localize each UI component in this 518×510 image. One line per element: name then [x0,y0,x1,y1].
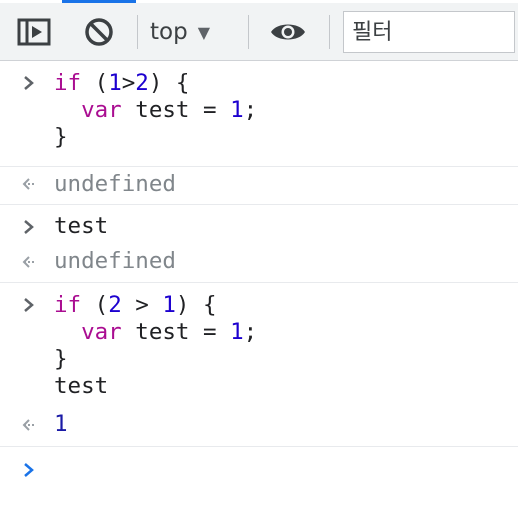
console-toolbar: top ▼ [0,3,518,61]
console-messages: if (1>2) { var test = 1; } undefined tes… [0,61,518,491]
context-selector[interactable]: top ▼ [150,16,236,48]
return-arrow-icon [18,176,40,196]
sidebar-toggle-icon [17,18,51,46]
console-prompt[interactable] [0,447,518,491]
chevron-right-icon [18,296,40,318]
console-input-entry: if (1>2) { var test = 1; } [0,61,518,167]
result-text: 1 [54,411,68,437]
code-block: if (2 > 1) { var test = 1; } test [54,292,258,399]
chevron-right-icon [18,74,40,96]
clear-console-icon [85,18,113,46]
code-block: if (1>2) { var test = 1; } [54,70,258,150]
live-expression-button[interactable] [266,16,310,48]
console-result-entry: undefined [0,245,518,283]
toolbar-separator [329,15,330,49]
return-arrow-icon [18,254,40,274]
result-text: undefined [54,248,176,274]
console-result-entry: undefined [0,167,518,205]
console-input-entry: if (2 > 1) { var test = 1; } test [0,283,518,407]
console-result-entry: 1 [0,407,518,447]
chevron-right-icon [18,218,40,240]
clear-console-button[interactable] [80,16,118,48]
sidebar-toggle-button[interactable] [14,16,54,48]
return-arrow-icon [18,417,40,437]
filter-input[interactable] [343,11,515,53]
toolbar-separator [137,15,138,49]
code-line: test [54,213,109,239]
result-text: undefined [54,171,176,197]
console-input-entry: test [0,205,518,245]
eye-icon [271,24,305,40]
toolbar-separator [248,15,249,49]
chevron-right-icon [18,461,40,483]
triangle-down-icon: ▼ [197,22,211,42]
context-label: top [150,19,188,45]
